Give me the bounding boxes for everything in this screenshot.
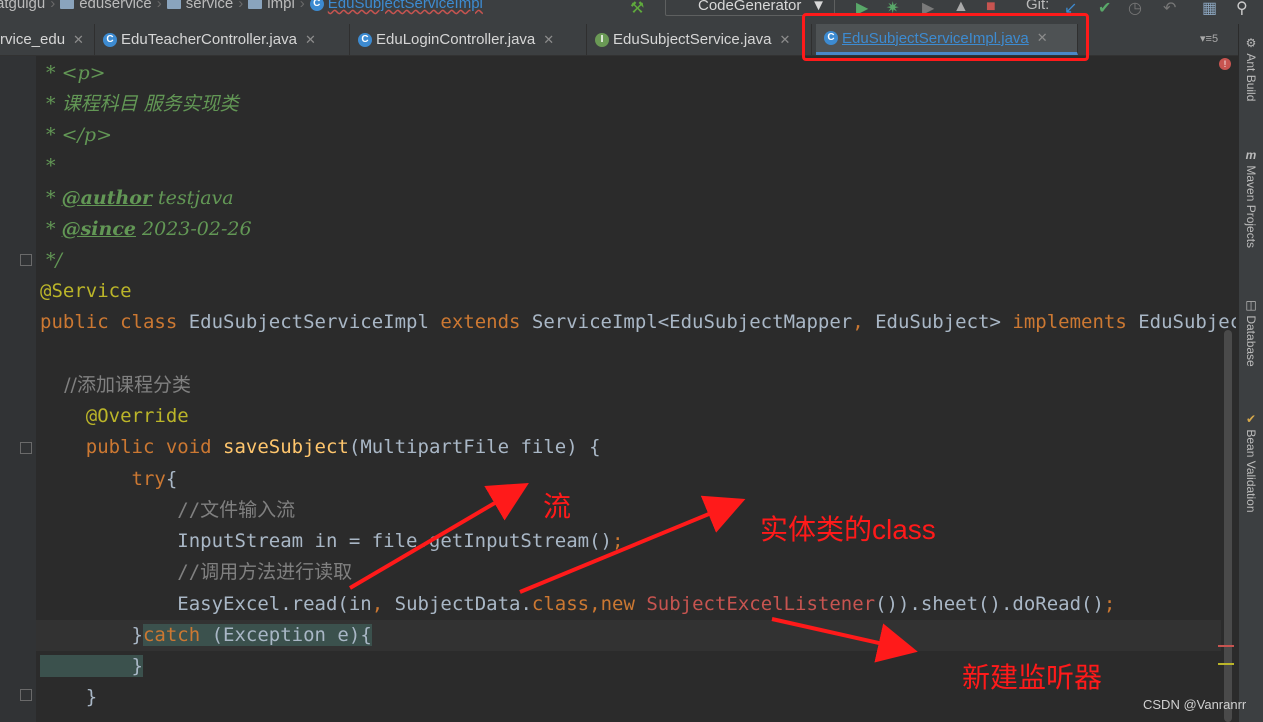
- annotation-entity-class-label: 实体类的class: [760, 514, 936, 545]
- annotation-arrows: [348, 482, 918, 663]
- annotation-new-listener-label: 新建监听器: [962, 662, 1103, 693]
- arrow-new-listener: [771, 617, 918, 663]
- watermark: CSDN @Vanranrr: [1143, 697, 1247, 712]
- arrow-stream: [348, 482, 529, 590]
- annotation-stream-label: 流: [543, 491, 572, 522]
